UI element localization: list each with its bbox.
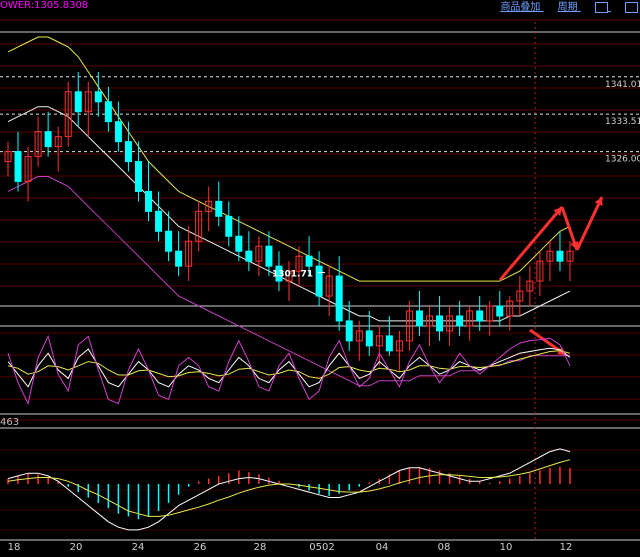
- x-tick-label: 10: [500, 542, 513, 553]
- price-level-label: 1341.01: [605, 80, 640, 90]
- macd-dif-line: [7, 448, 571, 531]
- candle-body: [114, 121, 122, 143]
- candle-body: [14, 151, 22, 182]
- candle-body: [415, 310, 423, 327]
- candle-body: [44, 131, 52, 148]
- annotation-arrow: [498, 206, 564, 281]
- macd-dea-line: [7, 459, 571, 517]
- candle-body: [476, 310, 484, 322]
- candle-body: [225, 215, 233, 237]
- candle-body: [134, 161, 142, 192]
- candle-body: [436, 315, 444, 332]
- x-tick-label: 28: [254, 542, 267, 553]
- candle-body: [456, 315, 464, 327]
- x-tick-label: 12: [560, 542, 573, 553]
- x-tick-label: 08: [438, 542, 451, 553]
- window-close-icon[interactable]: [625, 1, 638, 13]
- x-tick-label: 20: [70, 542, 83, 553]
- toolbar: 商品叠加 周期: [486, 0, 638, 13]
- x-tick-label: 0502: [309, 542, 334, 553]
- low-marker-label: 1301.71: [272, 270, 313, 280]
- candle-body: [94, 91, 102, 103]
- candle-body: [335, 275, 343, 322]
- chart-canvas[interactable]: 1341.01 1333.51 1326.00 1301.71 18 20 24 26 28 05…: [0, 0, 640, 553]
- period-button[interactable]: 周期: [558, 2, 578, 13]
- candle-body: [556, 250, 564, 262]
- candle-body: [175, 250, 183, 267]
- candle-body: [315, 265, 323, 297]
- price-level-label: 1333.51: [605, 117, 640, 127]
- candle-body: [104, 101, 112, 123]
- candle-body: [245, 250, 253, 262]
- candle-body: [265, 245, 273, 267]
- candle-body: [165, 230, 173, 252]
- x-tick-label: 18: [8, 542, 21, 553]
- candle-body: [496, 305, 504, 317]
- upper-band-line: [7, 36, 571, 282]
- x-tick-label: 26: [194, 542, 207, 553]
- overlay-symbol-button[interactable]: 商品叠加: [500, 2, 540, 13]
- candle-body: [345, 320, 353, 342]
- candle-body: [305, 255, 313, 267]
- candle-body: [124, 141, 132, 163]
- candle-body: [155, 210, 163, 232]
- x-tick-label: 24: [132, 542, 145, 553]
- candle-body: [365, 330, 373, 347]
- candle-body: [215, 200, 223, 217]
- x-tick-label: 04: [376, 542, 389, 553]
- candle-body: [235, 235, 243, 252]
- window-restore-icon[interactable]: [594, 1, 608, 13]
- indicator-readout: OWER:1305.8308: [0, 0, 89, 11]
- candle-body: [385, 335, 393, 352]
- candle-body: [74, 91, 82, 113]
- macd-readout: 463: [0, 417, 20, 428]
- trading-chart[interactable]: 1341.01 1333.51 1326.00 1301.71 18 20 24 26 28 05…: [0, 0, 640, 553]
- candle-body: [145, 190, 152, 212]
- price-level-label: 1326.00: [605, 155, 640, 165]
